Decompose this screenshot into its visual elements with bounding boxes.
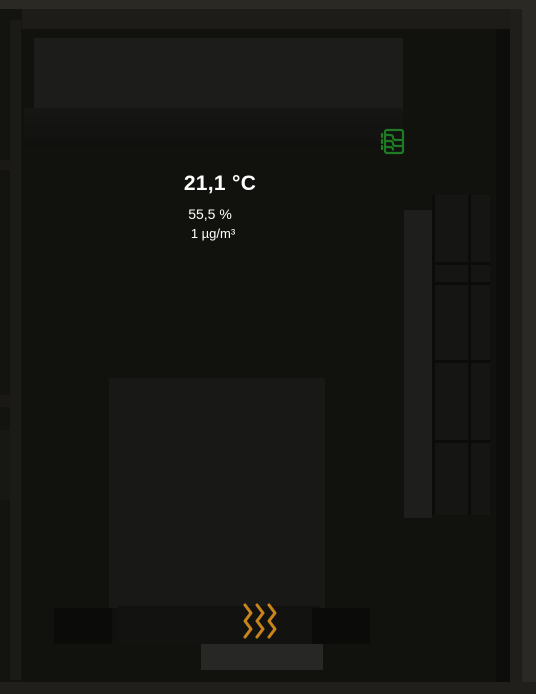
window-curtain — [404, 210, 432, 518]
bed-foot — [118, 606, 320, 644]
wall-left-post — [10, 20, 21, 680]
heat-waves-icon-svg — [243, 603, 277, 639]
bed — [109, 378, 325, 608]
wardrobe — [34, 38, 403, 108]
temperature-value[interactable]: 21,1 °C — [170, 172, 270, 196]
window-bar — [432, 360, 490, 363]
wall-top — [0, 0, 536, 9]
wall-left-segment — [0, 430, 10, 500]
window-bar — [432, 262, 490, 265]
nightstand — [54, 608, 112, 644]
window-mullion — [432, 195, 435, 515]
window-bar — [432, 440, 490, 443]
wall-bottom — [0, 682, 536, 694]
wall-left-segment — [0, 395, 10, 407]
floorplan-room — [0, 0, 536, 694]
wall-right-inner — [510, 9, 522, 694]
window-mullion — [468, 195, 471, 515]
pm25-value[interactable]: 1 µg/m³ — [180, 226, 246, 241]
window-bar — [432, 282, 490, 285]
radiator — [201, 644, 323, 670]
wall-right — [522, 9, 536, 694]
nightstand — [312, 608, 370, 644]
wardrobe-shadow — [24, 108, 403, 148]
radiator-heat-icon[interactable] — [240, 602, 280, 640]
air-filter-icon[interactable] — [379, 126, 409, 156]
wall-top-inner — [0, 9, 522, 29]
air-filter-icon-svg — [380, 128, 405, 155]
wall-left-segment — [0, 160, 10, 170]
window-frame — [432, 195, 490, 515]
humidity-value[interactable]: 55,5 % — [180, 206, 240, 222]
